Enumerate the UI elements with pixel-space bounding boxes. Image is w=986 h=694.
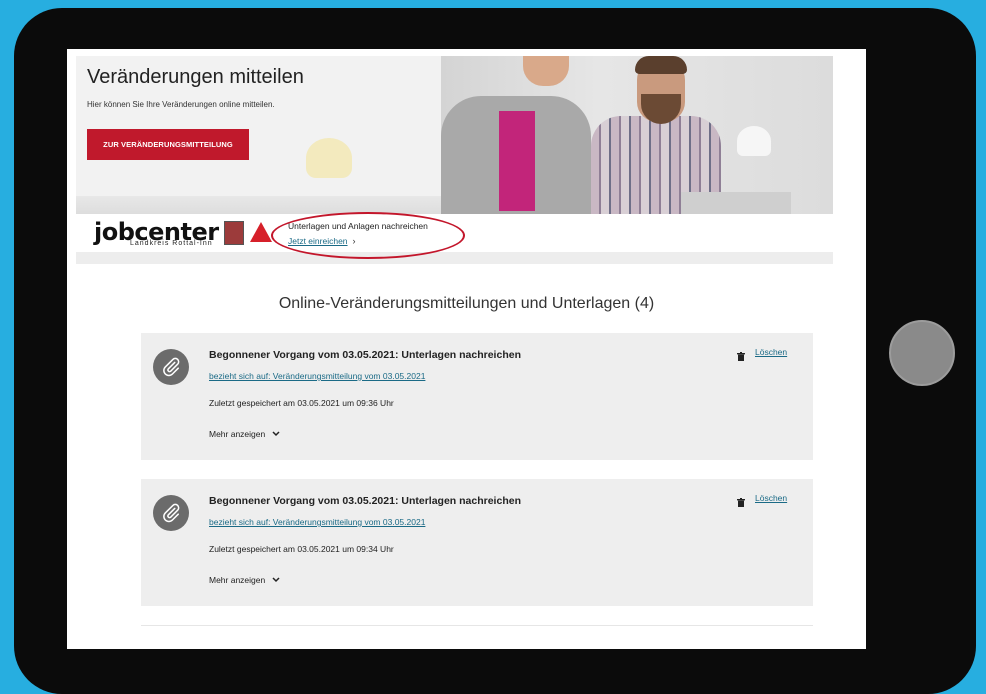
photo-man-hair — [635, 56, 687, 74]
agentur-logo-icon — [250, 222, 272, 242]
section-title: Online-Veränderungsmitteilungen und Unte… — [278, 295, 655, 312]
tablet-home-button[interactable] — [889, 320, 955, 386]
card-saved-status: Zuletzt gespeichert am 03.05.2021 um 09:… — [209, 544, 394, 554]
photo-woman-shirt — [499, 111, 535, 211]
hero-title: Veränderungen mitteilen — [87, 66, 304, 88]
delete-control: Löschen — [737, 347, 787, 361]
chevron-down-icon — [269, 429, 280, 439]
hero-subtitle: Hier können Sie Ihre Veränderungen onlin… — [87, 100, 275, 109]
delete-control: Löschen — [737, 493, 787, 507]
trash-icon[interactable] — [737, 348, 745, 361]
paperclip-icon — [153, 495, 189, 531]
card-reference-link[interactable]: bezieht sich auf: Veränderungsmitteilung… — [209, 371, 425, 381]
trash-icon[interactable] — [737, 494, 745, 507]
hero-photo — [441, 56, 833, 216]
jobcenter-logo: jobcenter Landkreis Rottal-Inn — [86, 219, 276, 247]
draft-card: Begonnener Vorgang vom 03.05.2021: Unter… — [141, 479, 813, 606]
show-more-label: Mehr anzeigen — [209, 575, 266, 585]
card-reference-link[interactable]: bezieht sich auf: Veränderungsmitteilung… — [209, 517, 425, 527]
card-saved-status: Zuletzt gespeichert am 03.05.2021 um 09:… — [209, 398, 394, 408]
card-title: Begonnener Vorgang vom 03.05.2021: Unter… — [209, 349, 521, 361]
show-more-toggle[interactable]: Mehr anzeigen — [209, 429, 280, 439]
show-more-toggle[interactable]: Mehr anzeigen — [209, 575, 280, 585]
hero-bottom-bar — [76, 252, 833, 264]
chevron-down-icon — [269, 575, 280, 585]
show-more-label: Mehr anzeigen — [209, 429, 266, 439]
change-notification-button[interactable]: ZUR VERÄNDERUNGSMITTEILUNG — [87, 129, 249, 160]
coat-of-arms-icon — [224, 221, 244, 245]
draft-card: Begonnener Vorgang vom 03.05.2021: Unter… — [141, 333, 813, 460]
delete-link[interactable]: Löschen — [755, 493, 787, 503]
divider — [141, 625, 813, 626]
lamp-image — [306, 138, 352, 178]
paperclip-icon — [153, 349, 189, 385]
delete-link[interactable]: Löschen — [755, 347, 787, 357]
photo-laptop — [681, 192, 791, 214]
photo-lamp — [737, 126, 771, 156]
photo-woman-head — [523, 56, 569, 86]
highlight-annotation — [271, 212, 465, 259]
card-title: Begonnener Vorgang vom 03.05.2021: Unter… — [209, 495, 521, 507]
logo-region: Landkreis Rottal-Inn — [130, 240, 213, 247]
browser-screen: Veränderungen mitteilen Hier können Sie … — [67, 49, 866, 649]
